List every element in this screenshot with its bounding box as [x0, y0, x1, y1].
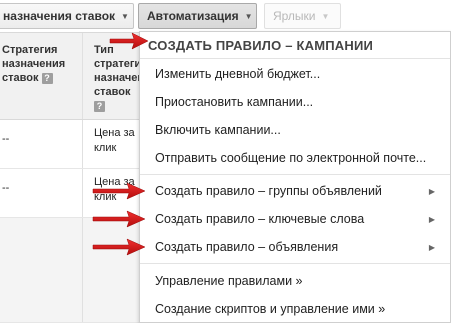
menu-item-pause-campaigns[interactable]: Приостановить кампании...	[155, 95, 313, 109]
help-icon[interactable]: ?	[94, 100, 105, 112]
annotation-arrow-icon	[92, 238, 146, 256]
column-divider	[82, 218, 83, 322]
table-cell: Цена за клик	[94, 127, 135, 154]
annotation-arrow-icon	[92, 182, 146, 200]
menu-item-rule-keywords[interactable]: Создать правило – ключевые слова ▶	[155, 212, 445, 226]
column-divider	[82, 120, 83, 168]
menu-divider	[140, 58, 450, 59]
column-header-bid-strategy-type[interactable]: Тип стратегии назначения ставок ?	[94, 43, 144, 113]
menu-item-change-daily-budget[interactable]: Изменить дневной бюджет...	[155, 67, 320, 81]
menu-item-enable-campaigns[interactable]: Включить кампании...	[155, 123, 281, 137]
chevron-right-icon: ▶	[428, 215, 435, 224]
annotation-arrow-icon	[92, 210, 146, 228]
automation-dropdown-button[interactable]: Автоматизация ▼	[138, 3, 257, 29]
menu-item-label: Создать правило – ключевые слова	[155, 212, 365, 226]
automation-button-label: Автоматизация	[147, 9, 239, 23]
menu-item-label: Создать правило – группы объявлений	[155, 184, 382, 198]
automation-dropdown-menu: СОЗДАТЬ ПРАВИЛО – КАМПАНИИ Изменить днев…	[139, 31, 451, 323]
bid-strategy-button-label: назначения ставок	[3, 9, 116, 23]
chevron-right-icon: ▶	[428, 243, 435, 252]
labels-button-label: Ярлыки	[273, 9, 316, 23]
chevron-right-icon: ▶	[428, 187, 435, 196]
table-cell: --	[2, 182, 10, 194]
menu-header: СОЗДАТЬ ПРАВИЛО – КАМПАНИИ	[148, 38, 374, 53]
chevron-down-icon: ▼	[321, 11, 330, 21]
menu-item-rule-ad-groups[interactable]: Создать правило – группы объявлений ▶	[155, 184, 445, 198]
annotation-arrow-icon	[109, 32, 149, 50]
menu-item-manage-rules[interactable]: Управление правилами »	[155, 274, 303, 288]
column-header-label: Стратегия назначения ставок	[2, 44, 66, 84]
toolbar: назначения ставок ▼ Автоматизация ▼ Ярлы…	[0, 0, 451, 32]
table-cell: --	[2, 133, 10, 145]
menu-item-rule-ads[interactable]: Создать правило – объявления ▶	[155, 240, 445, 254]
menu-item-send-email[interactable]: Отправить сообщение по электронной почте…	[155, 151, 426, 165]
column-divider	[82, 169, 83, 217]
column-header-bid-strategy[interactable]: Стратегия назначения ставок ?	[2, 43, 80, 85]
help-icon[interactable]: ?	[41, 72, 53, 84]
menu-divider	[140, 174, 450, 175]
chevron-down-icon: ▼	[121, 11, 129, 21]
menu-item-label: Создать правило – объявления	[155, 240, 339, 254]
column-header-label: Тип стратегии назначения ставок	[94, 44, 144, 98]
column-divider	[82, 33, 83, 119]
bid-strategy-dropdown-button[interactable]: назначения ставок ▼	[0, 3, 134, 29]
menu-item-manage-scripts[interactable]: Создание скриптов и управление ими »	[155, 302, 385, 316]
labels-dropdown-button[interactable]: Ярлыки ▼	[264, 3, 341, 29]
menu-divider	[140, 263, 450, 264]
chevron-down-icon: ▼	[244, 11, 253, 21]
